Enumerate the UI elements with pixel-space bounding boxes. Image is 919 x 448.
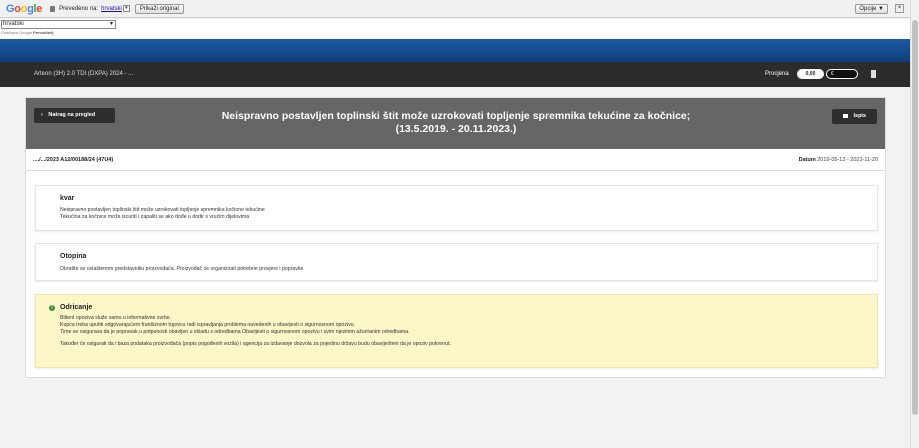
- show-original-button[interactable]: Prikaži original: [134, 3, 184, 14]
- info-icon: !: [49, 305, 55, 311]
- translate-widget: hrvatski ▾ Podržava Google Prevoditelj: [0, 19, 910, 39]
- printer-icon: [842, 113, 848, 118]
- back-label: Natrag na pregled: [48, 112, 96, 118]
- language-select-value: hrvatski: [3, 21, 24, 27]
- lock-icon: [50, 5, 56, 12]
- page-scrollbar[interactable]: [910, 0, 919, 448]
- scrollbar-thumb[interactable]: [912, 20, 918, 415]
- fault-line-1: Neispravno postavljen toplinski štit mož…: [60, 207, 265, 213]
- solution-heading: Otopina: [60, 253, 87, 260]
- title-line-1: Neispravno postavljen toplinski štit mož…: [221, 110, 691, 122]
- date-value: 2019-05-13 - 2023-11-20: [817, 157, 878, 163]
- google-translate-bar: Google Prevedeno na: hrvatski ▾ Prikaži …: [0, 0, 910, 18]
- estimate-label: Procjena: [765, 71, 789, 77]
- estimate-value[interactable]: 0,00: [797, 69, 824, 79]
- vehicle-name[interactable]: Arteon (3H) 2.0 TDI (DXPA) 2024 - ...: [34, 71, 133, 77]
- chevron-left-icon: ‹: [41, 112, 43, 118]
- date-label: Datum: [798, 157, 816, 163]
- powered-brand: Google: [19, 30, 32, 35]
- solution-line-1: Obratite se ovlaštenom predstavniku proi…: [60, 266, 304, 272]
- fault-line-2: Tekućina za kočnice može iscuriti i zapa…: [60, 214, 250, 220]
- reference-code: ..../.../2023 A12/00188/24 (47U4): [33, 157, 114, 163]
- disclaimer-line-1: BiltenI opoziva služe samo u informativn…: [60, 315, 172, 321]
- print-label: Ispis: [853, 113, 867, 119]
- disclaimer-line-4: Također će osigurati da i baza podataka …: [60, 341, 451, 347]
- print-button[interactable]: Ispis: [832, 109, 877, 124]
- disclaimer-line-3: Time se osigurava da je popravak u potpu…: [60, 329, 410, 335]
- close-icon[interactable]: ×: [895, 4, 904, 13]
- disclaimer-heading: Odricanje: [60, 304, 93, 311]
- disclaimer-line-2: Kupca treba uputiti odgovarajućem franši…: [60, 322, 355, 328]
- powered-by: Podržava Google Prevoditelj: [1, 30, 54, 35]
- page-title: Neispravno postavljen toplinski štit mož…: [176, 110, 736, 136]
- back-to-overview-button[interactable]: ‹ Natrag na pregled: [34, 108, 115, 123]
- chevron-down-icon: ▾: [109, 21, 113, 27]
- title-line-2: (13.5.2019. - 20.11.2023.): [395, 123, 517, 135]
- vehicle-bar: Arteon (3H) 2.0 TDI (DXPA) 2024 - ... Pr…: [0, 62, 910, 87]
- solution-card: Otopina Obratite se ovlaštenom predstavn…: [35, 243, 878, 281]
- reference-row: ..../.../2023 A12/00188/24 (47U4) Datum …: [26, 149, 885, 171]
- fault-card: kvar Neispravno postavljen toplinski šti…: [35, 185, 878, 231]
- powered-prefix: Podržava: [1, 30, 18, 35]
- language-dropdown-icon[interactable]: ▾: [122, 5, 130, 12]
- panel-header: ‹ Natrag na pregled Neispravno postavlje…: [26, 98, 885, 149]
- language-select[interactable]: hrvatski ▾: [1, 20, 116, 29]
- site-header: [0, 39, 910, 62]
- recall-panel: ‹ Natrag na pregled Neispravno postavlje…: [25, 97, 886, 378]
- date-range: Datum 2019-05-13 - 2023-11-20: [799, 157, 878, 163]
- disclaimer-card: ! Odricanje BiltenI opoziva služe samo u…: [35, 294, 878, 368]
- google-logo: Google: [6, 2, 43, 15]
- fault-heading: kvar: [60, 195, 75, 202]
- options-button[interactable]: Opcije ▼: [855, 4, 888, 14]
- target-language-link[interactable]: hrvatski: [101, 6, 122, 12]
- currency-select[interactable]: €: [826, 69, 858, 79]
- cart-icon[interactable]: [871, 70, 876, 78]
- powered-product: Prevoditelj: [33, 30, 54, 35]
- translated-to-label: Prevedeno na:: [59, 5, 99, 12]
